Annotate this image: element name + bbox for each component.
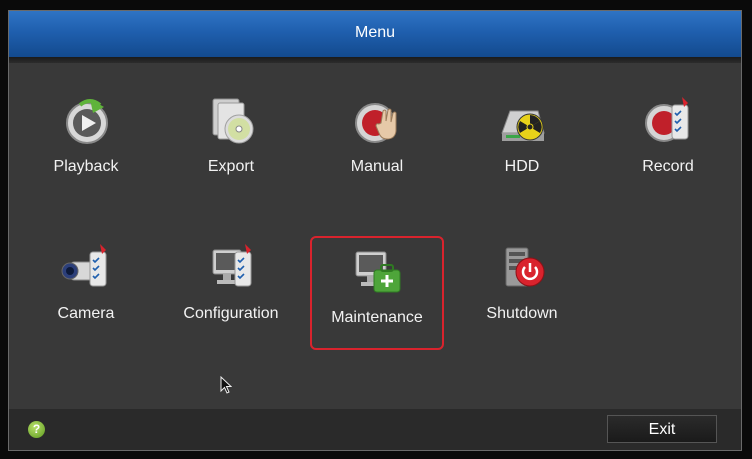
menu-item-hdd[interactable]: HDD bbox=[457, 85, 587, 195]
menu-item-label: Manual bbox=[350, 158, 404, 175]
menu-item-record[interactable]: Record bbox=[603, 85, 733, 195]
menu-item-label: Camera bbox=[57, 305, 115, 322]
menu-window: Menu Playback Export Manual HDD Record C… bbox=[8, 10, 742, 451]
record-icon bbox=[645, 97, 689, 142]
menu-item-label: Shutdown bbox=[486, 305, 558, 322]
menu-item-label: Record bbox=[642, 158, 694, 175]
hdd-icon bbox=[501, 110, 545, 141]
title-bar: Menu bbox=[9, 11, 741, 57]
menu-item-export[interactable]: Export bbox=[166, 85, 296, 195]
menu-item-label: Playback bbox=[53, 158, 119, 175]
menu-item-label: HDD bbox=[504, 158, 540, 175]
menu-item-label: Configuration bbox=[183, 305, 279, 322]
configuration-icon bbox=[212, 244, 252, 287]
menu-item-manual[interactable]: Manual bbox=[312, 85, 442, 195]
mouse-cursor-icon bbox=[220, 376, 232, 394]
menu-item-label: Export bbox=[207, 158, 255, 175]
export-icon bbox=[212, 98, 254, 144]
title-bar-shadow bbox=[9, 57, 741, 63]
menu-item-playback[interactable]: Playback bbox=[21, 85, 151, 195]
menu-item-label: Maintenance bbox=[331, 309, 423, 326]
exit-button[interactable]: Exit bbox=[607, 415, 717, 443]
help-icon[interactable]: ? bbox=[28, 421, 45, 438]
shutdown-icon bbox=[505, 247, 545, 287]
maintenance-icon bbox=[355, 251, 401, 293]
playback-icon bbox=[66, 99, 108, 144]
menu-item-configuration[interactable]: Configuration bbox=[166, 232, 296, 342]
camera-icon bbox=[61, 244, 107, 287]
bottom-bar: ? Exit bbox=[9, 409, 741, 450]
menu-item-maintenance[interactable]: Maintenance bbox=[310, 236, 444, 350]
menu-item-shutdown[interactable]: Shutdown bbox=[457, 232, 587, 342]
window-title: Menu bbox=[354, 24, 396, 41]
menu-item-camera[interactable]: Camera bbox=[21, 232, 151, 342]
manual-icon bbox=[355, 103, 397, 143]
